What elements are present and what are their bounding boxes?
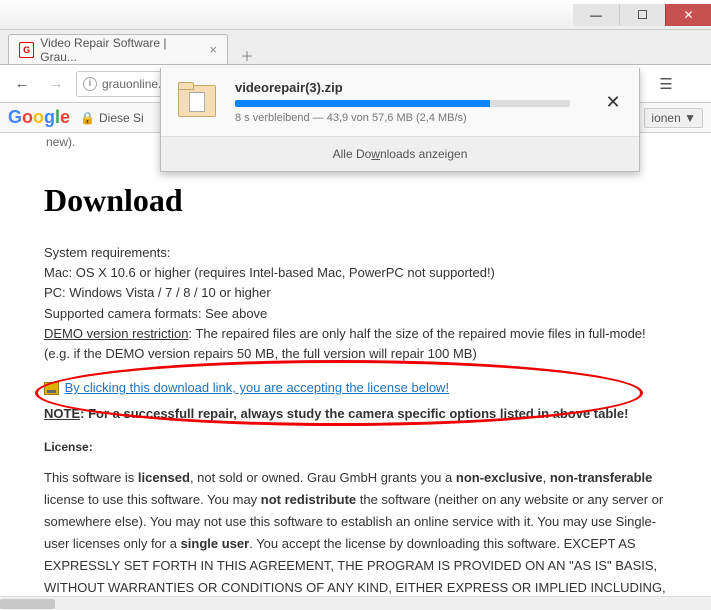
bookmark-options[interactable]: ionen ▼	[644, 108, 703, 128]
google-logo[interactable]: Google	[8, 107, 70, 128]
download-link-row: By clicking this download link, you are …	[44, 378, 667, 398]
show-all-downloads-button[interactable]: Alle Downloads anzeigen	[161, 136, 639, 171]
horizontal-scrollbar[interactable]	[0, 596, 711, 610]
tab-title: Video Repair Software | Grau...	[40, 36, 197, 64]
note-row: NOTE: For a successfull repair, always s…	[44, 404, 667, 424]
package-icon	[44, 382, 59, 395]
bookmark-item[interactable]: 🔒 Diese Si	[80, 111, 144, 125]
info-icon[interactable]: i	[83, 77, 97, 91]
window-minimize-button[interactable]: —	[573, 4, 619, 26]
download-status: 8 s verbleibend — 43,9 von 57,6 MB (2,4 …	[235, 112, 587, 124]
tab-close-icon[interactable]: ×	[209, 42, 217, 57]
download-cancel-button[interactable]: ✕	[601, 88, 625, 117]
req-label: System requirements:	[44, 243, 667, 263]
req-pc: PC: Windows Vista / 7 / 8 / 10 or higher	[44, 283, 667, 303]
req-demo: DEMO version restriction: The repaired f…	[44, 324, 667, 364]
menu-button[interactable]: ☰	[652, 70, 680, 98]
req-cam: Supported camera formats: See above	[44, 304, 667, 324]
page-viewport: new). Download System requirements: Mac:…	[0, 133, 711, 596]
download-filename[interactable]: videorepair(3).zip	[235, 80, 587, 95]
new-tab-button[interactable]: ＋	[238, 46, 256, 64]
browser-tab[interactable]: G Video Repair Software | Grau... ×	[8, 34, 228, 64]
window-titlebar: — ☐ ✕	[0, 0, 711, 30]
folder-icon	[175, 82, 221, 122]
req-mac: Mac: OS X 10.6 or higher (requires Intel…	[44, 263, 667, 283]
download-progress-bar	[235, 100, 570, 107]
bookmark-label: Diese Si	[99, 111, 144, 125]
favicon-icon: G	[19, 42, 34, 58]
license-heading: License:	[44, 438, 667, 457]
download-link[interactable]: By clicking this download link, you are …	[65, 380, 449, 395]
license-text: This software is licensed, not sold or o…	[44, 467, 667, 596]
page-heading: Download	[44, 176, 667, 226]
back-button[interactable]: ←	[8, 70, 36, 98]
tab-strip: G Video Repair Software | Grau... × ＋	[0, 30, 711, 65]
window-close-button[interactable]: ✕	[665, 4, 711, 26]
lock-icon: 🔒	[80, 111, 95, 125]
downloads-popup: videorepair(3).zip 8 s verbleibend — 43,…	[160, 68, 640, 172]
forward-button[interactable]: →	[42, 70, 70, 98]
window-maximize-button[interactable]: ☐	[619, 4, 665, 26]
